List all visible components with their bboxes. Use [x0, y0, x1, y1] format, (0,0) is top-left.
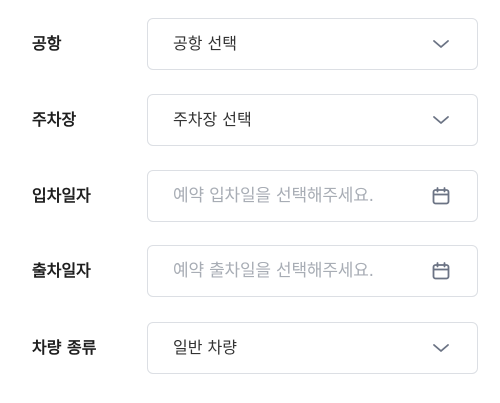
- airport-label: 공항: [32, 34, 62, 53]
- airport-row: 공항 공항 선택: [0, 18, 500, 70]
- chevron-down-icon: [433, 116, 449, 124]
- chevron-down-icon: [433, 344, 449, 352]
- airport-select[interactable]: 공항 선택: [147, 18, 478, 70]
- exit-date-placeholder: 예약 출차일을 선택해주세요.: [173, 261, 374, 281]
- parking-select[interactable]: 주차장 선택: [147, 94, 478, 146]
- chevron-down-icon: [433, 40, 449, 48]
- parking-row: 주차장 주차장 선택: [0, 94, 500, 146]
- entry-date-row: 입차일자 예약 입차일을 선택해주세요.: [0, 170, 500, 222]
- exit-date-row: 출차일자 예약 출차일을 선택해주세요.: [0, 245, 500, 297]
- vehicle-type-selected-value: 일반 차량: [173, 338, 237, 357]
- airport-selected-value: 공항 선택: [173, 34, 237, 53]
- exit-date-label: 출차일자: [32, 261, 91, 280]
- entry-date-input[interactable]: 예약 입차일을 선택해주세요.: [147, 170, 478, 222]
- entry-date-label: 입차일자: [32, 186, 91, 205]
- parking-label: 주차장: [32, 110, 77, 129]
- calendar-icon[interactable]: [431, 186, 451, 206]
- entry-date-placeholder: 예약 입차일을 선택해주세요.: [173, 186, 374, 206]
- calendar-icon[interactable]: [431, 261, 451, 281]
- vehicle-type-label: 차량 종류: [32, 338, 97, 357]
- vehicle-type-row: 차량 종류 일반 차량: [0, 322, 500, 374]
- parking-selected-value: 주차장 선택: [173, 110, 252, 129]
- vehicle-type-select[interactable]: 일반 차량: [147, 322, 478, 374]
- exit-date-input[interactable]: 예약 출차일을 선택해주세요.: [147, 245, 478, 297]
